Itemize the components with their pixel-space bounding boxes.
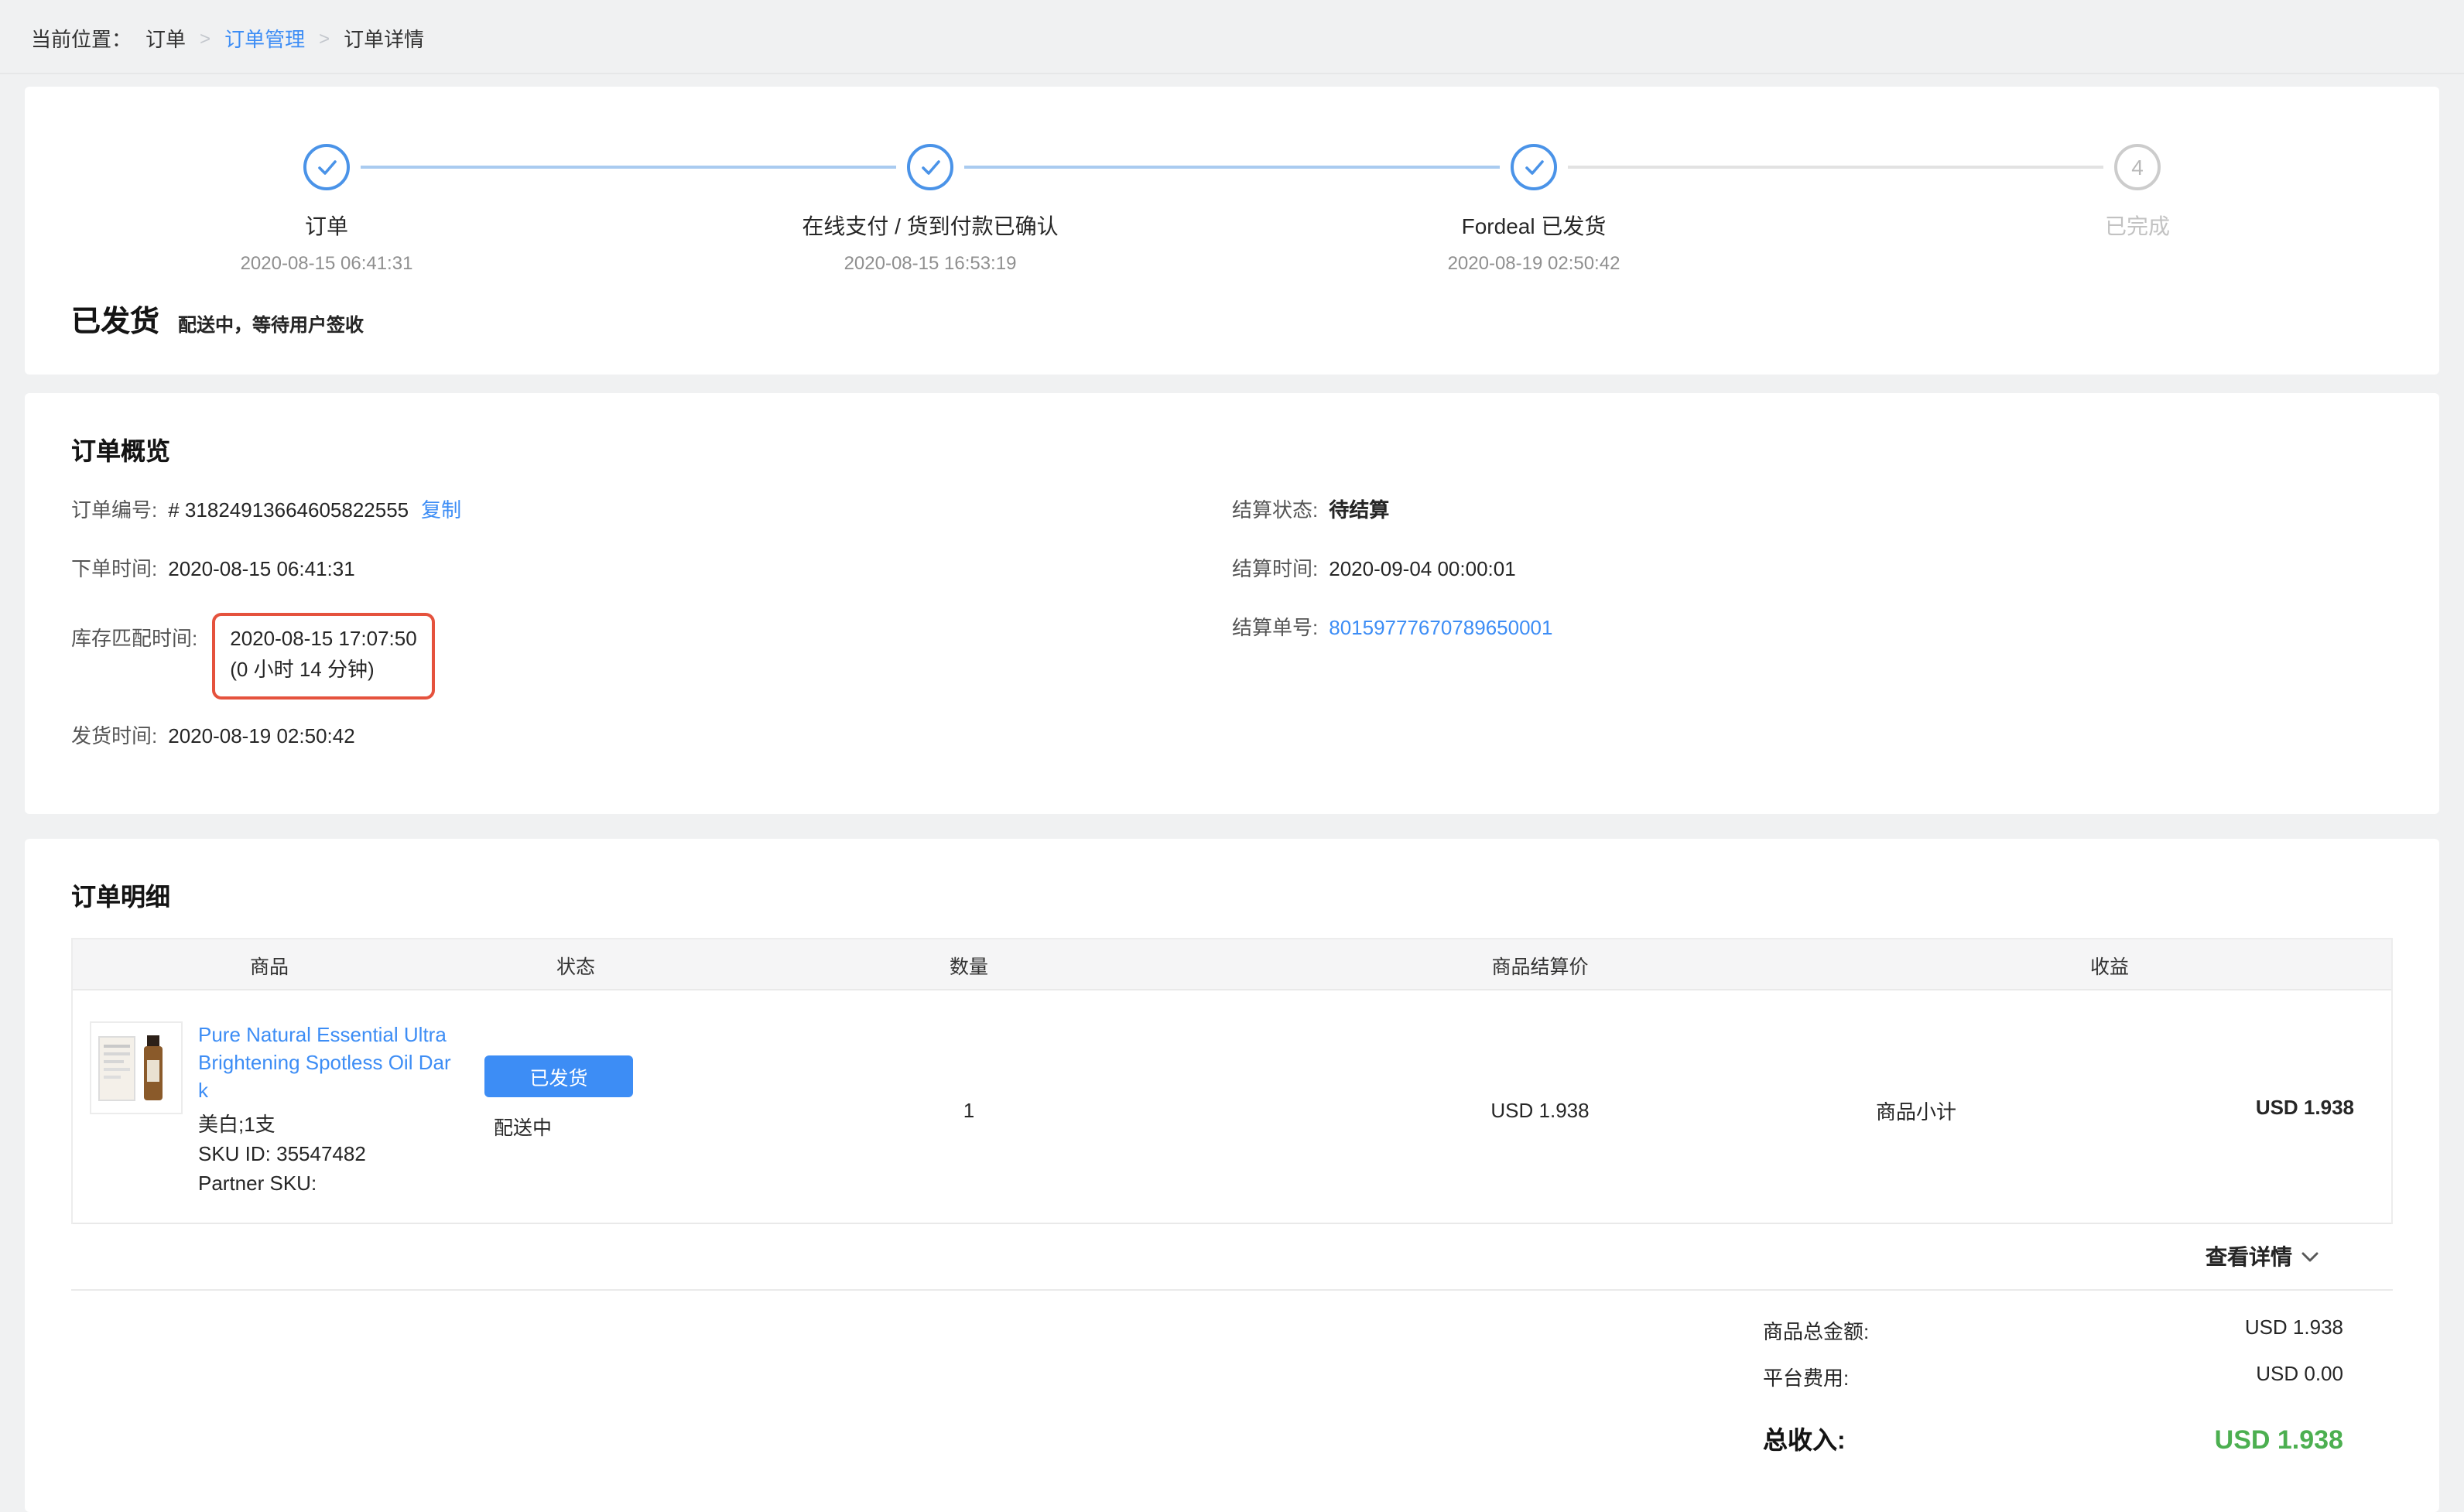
breadcrumb-separator-icon: > xyxy=(319,27,330,49)
step-connector xyxy=(361,166,896,169)
settle-status-label: 结算状态: xyxy=(1232,495,1318,526)
product-sku-id: SKU ID: 35547482 xyxy=(198,1139,455,1168)
order-progress-card: 订单 2020-08-15 06:41:31 在线支付 / 货到付款已确认 20… xyxy=(25,87,2439,375)
total-amount-row: 商品总金额: USD 1.938 xyxy=(1763,1315,2343,1345)
product-partner-sku: Partner SKU: xyxy=(198,1168,455,1198)
step-order: 订单 2020-08-15 06:41:31 xyxy=(25,144,628,274)
quantity-cell: 1 xyxy=(686,1098,1252,1121)
overview-section-title: 订单概览 xyxy=(71,430,2393,467)
stock-match-row: 库存匹配时间: 2020-08-15 17:07:50 (0 小时 14 分钟) xyxy=(71,613,1232,700)
platform-fee-row: 平台费用: USD 0.00 xyxy=(1763,1362,2343,1391)
product-cell: Pure Natural Essential Ultra Brightening… xyxy=(73,1021,466,1198)
step-connector xyxy=(964,166,1500,169)
ship-time-value: 2020-08-19 02:50:42 xyxy=(168,721,354,752)
platform-fee-value: USD 0.00 xyxy=(2256,1362,2343,1391)
step-shipped: Fordeal 已发货 2020-08-19 02:50:42 xyxy=(1232,144,1836,274)
product-spec: 美白;1支 xyxy=(198,1110,455,1139)
settle-status-value: 待结算 xyxy=(1329,495,1389,526)
overview-left-column: 订单编号: # 31824913664605822555 复制 下单时间: 20… xyxy=(71,495,1232,780)
step-check-icon xyxy=(907,144,953,190)
step-number-icon: 4 xyxy=(2114,144,2161,190)
column-header-price: 商品结算价 xyxy=(1252,949,1828,979)
settle-number-label: 结算单号: xyxy=(1232,613,1318,644)
order-items-table: 商品 状态 数量 商品结算价 收益 xyxy=(71,938,2393,1224)
settle-price-cell: USD 1.938 xyxy=(1252,1098,1828,1121)
table-header: 商品 状态 数量 商品结算价 收益 xyxy=(73,939,2391,990)
step-check-icon xyxy=(303,144,350,190)
order-number-value: # 31824913664605822555 xyxy=(168,495,409,526)
breadcrumb-item-orders: 订单 xyxy=(145,23,186,53)
profit-cell: 商品小计 USD 1.938 xyxy=(1828,1095,2391,1124)
product-info: Pure Natural Essential Ultra Brightening… xyxy=(198,1021,455,1198)
order-overview-card: 订单概览 订单编号: # 31824913664605822555 复制 下单时… xyxy=(25,393,2439,814)
view-detail-label: 查看详情 xyxy=(2206,1241,2292,1272)
step-completed: 4 已完成 xyxy=(1836,144,2439,274)
settle-number-link[interactable]: 80159777670789650001 xyxy=(1329,613,1552,644)
order-time-label: 下单时间: xyxy=(71,554,157,585)
settle-time-row: 结算时间: 2020-09-04 00:00:01 xyxy=(1232,554,2393,585)
order-detail-card: 订单明细 商品 状态 数量 商品结算价 收益 xyxy=(25,839,2439,1512)
overview-columns: 订单编号: # 31824913664605822555 复制 下单时间: 20… xyxy=(71,495,2393,780)
column-header-product: 商品 xyxy=(73,949,466,979)
column-header-profit: 收益 xyxy=(1828,949,2391,979)
step-time: 2020-08-19 02:50:42 xyxy=(1448,252,1620,274)
settle-time-label: 结算时间: xyxy=(1232,554,1318,585)
settle-number-row: 结算单号: 80159777670789650001 xyxy=(1232,613,2393,644)
stock-match-time: 2020-08-15 17:07:50 xyxy=(230,624,416,655)
subtotal-label: 商品小计 xyxy=(1876,1095,1956,1124)
order-time-row: 下单时间: 2020-08-15 06:41:31 xyxy=(71,554,1232,585)
order-status-title: 已发货 xyxy=(71,299,159,340)
table-row: Pure Natural Essential Ultra Brightening… xyxy=(73,990,2391,1224)
breadcrumb-item-order-management[interactable]: 订单管理 xyxy=(224,23,305,53)
breadcrumb-separator-icon: > xyxy=(200,27,210,49)
step-check-icon xyxy=(1511,144,1557,190)
product-name-link[interactable]: Pure Natural Essential Ultra Brightening… xyxy=(198,1021,455,1105)
order-time-value: 2020-08-15 06:41:31 xyxy=(168,554,354,585)
breadcrumb-item-order-detail: 订单详情 xyxy=(344,23,424,53)
step-time: 2020-08-15 16:53:19 xyxy=(844,252,1017,274)
total-income-value: USD 1.938 xyxy=(2215,1425,2343,1456)
ship-time-row: 发货时间: 2020-08-19 02:50:42 xyxy=(71,721,1232,752)
step-title: Fordeal 已发货 xyxy=(1462,210,1607,241)
step-title: 在线支付 / 货到付款已确认 xyxy=(802,210,1058,241)
stock-match-highlight-box: 2020-08-15 17:07:50 (0 小时 14 分钟) xyxy=(211,613,435,700)
chevron-down-icon xyxy=(2301,1251,2319,1262)
total-amount-value: USD 1.938 xyxy=(2245,1315,2343,1345)
settle-time-value: 2020-09-04 00:00:01 xyxy=(1329,554,1515,585)
step-time: 2020-08-15 06:41:31 xyxy=(241,252,413,274)
step-title: 已完成 xyxy=(2105,210,2170,241)
settle-status-row: 结算状态: 待结算 xyxy=(1232,495,2393,526)
order-number-row: 订单编号: # 31824913664605822555 复制 xyxy=(71,495,1232,526)
order-status-line: 已发货 配送中，等待用户签收 xyxy=(25,299,2439,340)
page: 当前位置： 订单 > 订单管理 > 订单详情 订单 2020-08-15 06:… xyxy=(0,0,2464,1469)
column-header-quantity: 数量 xyxy=(686,949,1252,979)
column-header-status: 状态 xyxy=(466,949,686,979)
total-income-label: 总收入: xyxy=(1763,1419,1846,1456)
order-summary: 商品总金额: USD 1.938 平台费用: USD 0.00 总收入: USD… xyxy=(1763,1315,2393,1456)
breadcrumb-prefix: 当前位置： xyxy=(31,23,132,53)
breadcrumb: 当前位置： 订单 > 订单管理 > 订单详情 xyxy=(0,0,2464,74)
status-cell: 已发货 配送中 xyxy=(466,1021,686,1198)
step-connector xyxy=(1568,166,2103,169)
overview-right-column: 结算状态: 待结算 结算时间: 2020-09-04 00:00:01 结算单号… xyxy=(1232,495,2393,780)
view-detail-link[interactable]: 查看详情 xyxy=(2206,1241,2319,1272)
platform-fee-label: 平台费用: xyxy=(1763,1362,1849,1391)
detail-section-title: 订单明细 xyxy=(71,876,2393,913)
ship-time-label: 发货时间: xyxy=(71,721,157,752)
stock-match-label: 库存匹配时间: xyxy=(71,613,197,655)
status-sub-text: 配送中 xyxy=(484,1111,686,1141)
step-title: 订单 xyxy=(305,210,348,241)
status-badge: 已发货 xyxy=(484,1055,633,1097)
step-payment-confirmed: 在线支付 / 货到付款已确认 2020-08-15 16:53:19 xyxy=(628,144,1232,274)
copy-order-number-link[interactable]: 复制 xyxy=(421,495,461,526)
order-number-label: 订单编号: xyxy=(71,495,157,526)
subtotal-value: USD 1.938 xyxy=(2256,1095,2354,1124)
view-detail-row: 查看详情 xyxy=(71,1224,2393,1291)
total-amount-label: 商品总金额: xyxy=(1763,1315,1869,1345)
total-income-row: 总收入: USD 1.938 xyxy=(1763,1419,2343,1456)
product-image[interactable] xyxy=(90,1021,183,1114)
order-status-subtitle: 配送中，等待用户签收 xyxy=(178,311,364,337)
stock-match-duration: (0 小时 14 分钟) xyxy=(230,655,416,686)
order-progress-steps: 订单 2020-08-15 06:41:31 在线支付 / 货到付款已确认 20… xyxy=(25,144,2439,274)
